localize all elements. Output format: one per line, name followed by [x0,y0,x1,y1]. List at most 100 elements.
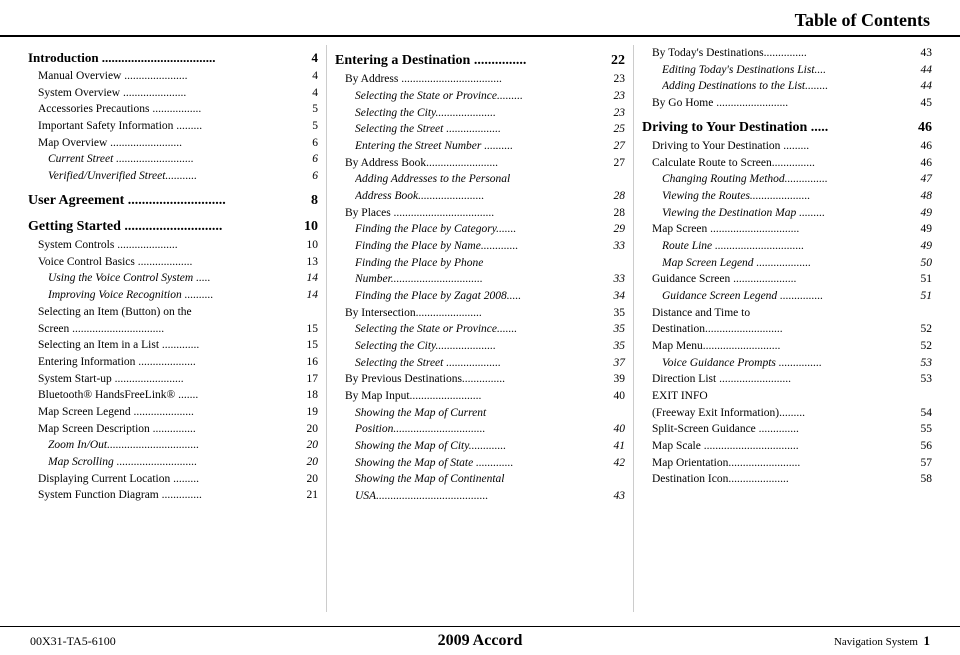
toc-label: System Function Diagram .............. [38,487,305,504]
toc-label: (Freeway Exit Information)......... [652,405,919,422]
toc-page: 27 [612,155,626,172]
toc-label: Viewing the Destination Map ......... [662,205,919,222]
toc-page: 10 [302,217,318,237]
toc-label: Bluetooth® HandsFreeLink® ....... [38,387,305,404]
toc-entry: Selecting an Item in a List ............… [28,337,318,354]
toc-entry: Introduction ...........................… [28,49,318,68]
toc-entry: Finding the Place by Zagat 2008.....34 [335,288,625,305]
toc-page: 39 [612,371,626,388]
toc-page: 51 [919,271,933,288]
toc-page: 47 [919,171,933,188]
toc-entry: By Places ..............................… [335,205,625,222]
toc-entry: Selecting the City.....................2… [335,105,625,122]
toc-label: User Agreement .........................… [28,191,309,211]
toc-entry: By Address Book.........................… [335,155,625,172]
toc-entry: Selecting the State or Province.........… [335,88,625,105]
toc-page: 28 [612,205,626,222]
toc-label: Introduction ...........................… [28,49,310,68]
toc-entry: Map Orientation.........................… [642,455,932,472]
toc-entry: Selecting the Street ...................… [335,355,625,372]
toc-label: Map Overview ......................... [38,135,310,152]
toc-entry: System Controls .....................10 [28,237,318,254]
toc-label: Selecting the City..................... [355,338,612,355]
toc-label: System Overview ...................... [38,85,310,102]
toc-page: 17 [305,371,319,388]
toc-page: 52 [919,321,933,338]
toc-page: 4 [310,68,318,85]
toc-entry: By Map Input.........................40 [335,388,625,405]
toc-page: 41 [612,438,626,455]
toc-page: 49 [919,221,933,238]
toc-label: By Today's Destinations............... [652,45,919,62]
toc-page: 46 [919,138,933,155]
toc-label: Direction List ......................... [652,371,919,388]
toc-entry: Accessories Precautions ................… [28,101,318,118]
toc-entry: (Freeway Exit Information).........54 [642,405,932,422]
toc-page: 35 [612,338,626,355]
toc-label: System Controls ..................... [38,237,305,254]
toc-page: 4 [310,85,318,102]
toc-entry: Showing the Map of City.............41 [335,438,625,455]
toc-page: 46 [916,118,932,138]
toc-page: 29 [612,221,626,238]
toc-entry: Showing the Map of Current [335,405,625,422]
toc-page [930,305,932,322]
toc-entry: Driving to Your Destination .....46 [642,118,932,138]
toc-entry: By Go Home .........................45 [642,95,932,112]
toc-entry: Showing the Map of Continental [335,471,625,488]
toc-label: By Places ..............................… [345,205,612,222]
toc-page: 20 [305,471,319,488]
toc-entry: Selecting the State or Province.......35 [335,321,625,338]
toc-page: 33 [612,271,626,288]
toc-entry: Current Street .........................… [28,151,318,168]
footer-page-num: 1 [924,633,931,648]
toc-label: Finding the Place by Phone [355,255,623,272]
toc-page: 4 [310,49,319,68]
toc-page [623,171,625,188]
toc-entry: Entering a Destination ...............22 [335,51,625,71]
toc-label: Entering Information ...................… [38,354,305,371]
toc-label: Displaying Current Location ......... [38,471,305,488]
toc-entry: Map Overview .........................6 [28,135,318,152]
toc-entry: Map Screen .............................… [642,221,932,238]
toc-label: Verified/Unverified Street........... [48,168,310,185]
toc-label: Editing Today's Destinations List.... [662,62,919,79]
toc-label: Position................................ [355,421,612,438]
toc-page: 33 [612,238,626,255]
toc-page: 45 [919,95,933,112]
toc-label: Finding the Place by Name............. [355,238,612,255]
toc-label: EXIT INFO [652,388,930,405]
toc-page: 27 [612,138,626,155]
toc-entry: Number................................33 [335,271,625,288]
toc-page: 55 [919,421,933,438]
toc-entry: Map Screen Legend ...................50 [642,255,932,272]
toc-label: Map Menu........................... [652,338,919,355]
toc-label: Map Screen Description ............... [38,421,305,438]
toc-label: Address Book....................... [355,188,612,205]
toc-entry: Voice Guidance Prompts ...............53 [642,355,932,372]
toc-label: System Start-up ........................ [38,371,305,388]
toc-entry: Map Scale ..............................… [642,438,932,455]
toc-label: Map Screen .............................… [652,221,919,238]
toc-entry: Verified/Unverified Street...........6 [28,168,318,185]
toc-page: 14 [305,270,319,287]
footer-left: 00X31-TA5-6100 [30,634,116,649]
toc-entry: Entering the Street Number ..........27 [335,138,625,155]
content-area: Introduction ...........................… [0,37,960,612]
page: Table of Contents Introduction .........… [0,0,960,655]
toc-label: Distance and Time to [652,305,930,322]
toc-entry: Viewing the Destination Map .........49 [642,205,932,222]
toc-entry: Distance and Time to [642,305,932,322]
toc-page: 22 [609,51,625,71]
mid-column: Entering a Destination ...............22… [327,45,634,612]
toc-page: 10 [305,237,319,254]
toc-label: Improving Voice Recognition .......... [48,287,305,304]
toc-entry: System Function Diagram ..............21 [28,487,318,504]
toc-label: Map Orientation......................... [652,455,919,472]
toc-label: By Map Input......................... [345,388,612,405]
toc-entry: Map Screen Legend .....................1… [28,404,318,421]
toc-page: 43 [612,488,626,505]
footer: 00X31-TA5-6100 2009 Accord Navigation Sy… [0,626,960,655]
toc-label: Voice Guidance Prompts ............... [662,355,919,372]
toc-page: 53 [919,355,933,372]
